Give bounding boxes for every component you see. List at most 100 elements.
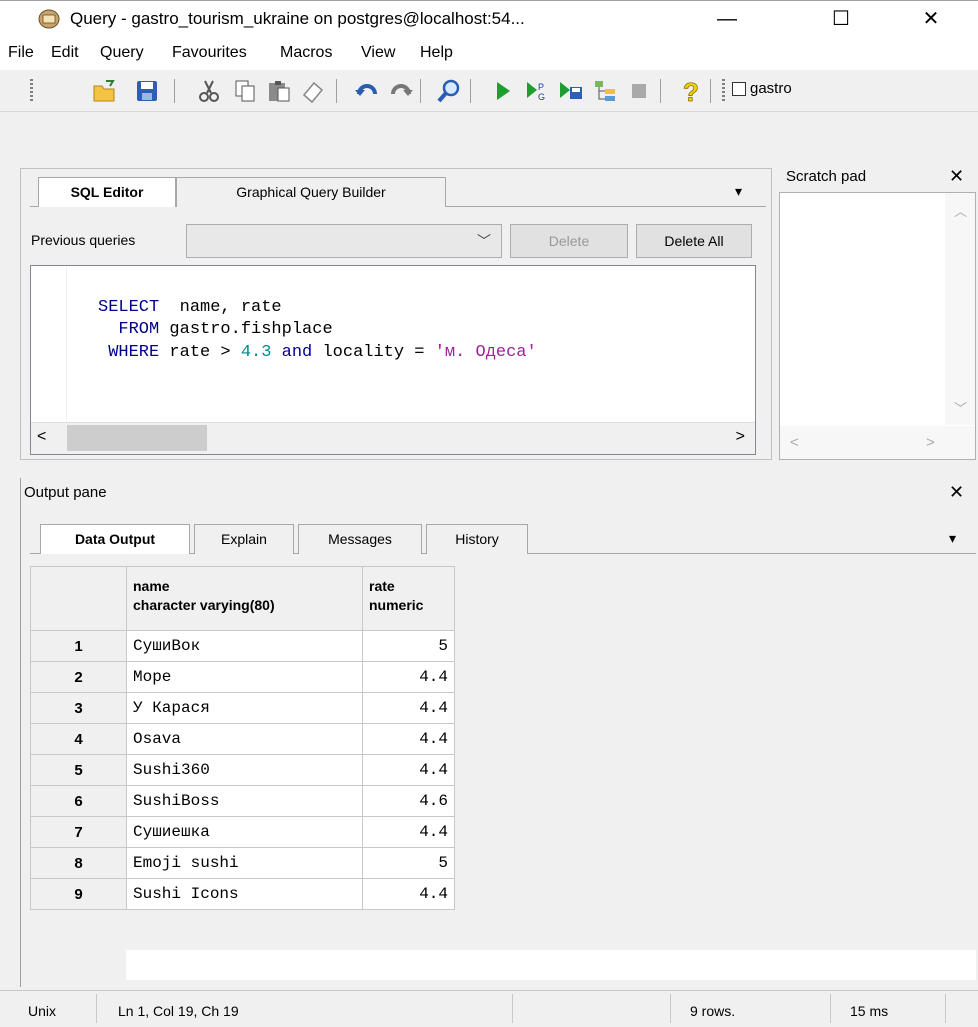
row-number[interactable]: 5 [30, 754, 127, 786]
toolbar-grip[interactable] [30, 79, 33, 103]
help-icon[interactable]: ? [678, 78, 704, 104]
cell-name[interactable]: СушиВок [126, 630, 363, 662]
delete-all-button[interactable]: Delete All [636, 224, 752, 258]
menu-favourites[interactable]: Favourites [172, 44, 247, 62]
tab-messages[interactable]: Messages [298, 524, 422, 554]
cell-name[interactable]: Emoji sushi [126, 847, 363, 879]
copy-icon[interactable] [232, 78, 258, 104]
open-file-icon[interactable] [92, 78, 118, 104]
cell-name[interactable]: Сушиешка [126, 816, 363, 848]
scroll-right-icon[interactable]: > [926, 434, 935, 451]
cell-rate[interactable]: 4.4 [362, 878, 455, 910]
tab-data-output[interactable]: Data Output [40, 524, 190, 554]
scratch-horizontal-scrollbar[interactable]: < > [780, 426, 975, 459]
cell-rate[interactable]: 4.4 [362, 661, 455, 693]
editor-horizontal-scrollbar[interactable]: < > [31, 422, 755, 454]
tab-graphical-query-builder[interactable]: Graphical Query Builder [176, 177, 446, 207]
output-tab-list-dropdown-icon[interactable]: ▾ [949, 530, 956, 547]
cell-name[interactable]: Sushi360 [126, 754, 363, 786]
table-row[interactable]: 2 Море 4.4 [30, 661, 455, 693]
row-number[interactable]: 6 [30, 785, 127, 817]
scratch-pad-title: Scratch pad [786, 168, 867, 185]
previous-queries-label: Previous queries [31, 232, 136, 248]
row-header-corner[interactable] [30, 566, 127, 631]
row-number[interactable]: 3 [30, 692, 127, 724]
toolbar-grip[interactable] [722, 79, 725, 103]
row-number[interactable]: 7 [30, 816, 127, 848]
table-row[interactable]: 8 Emoji sushi 5 [30, 847, 455, 879]
scroll-up-icon[interactable]: ︿ [954, 201, 967, 220]
cancel-query-icon[interactable] [626, 78, 652, 104]
tab-explain[interactable]: Explain [194, 524, 294, 554]
column-header-name[interactable]: name character varying(80) [126, 566, 363, 631]
paste-icon[interactable] [266, 78, 292, 104]
delete-button[interactable]: Delete [510, 224, 628, 258]
redo-icon[interactable] [388, 78, 414, 104]
close-window-button[interactable]: ✕ [908, 0, 954, 38]
previous-queries-select[interactable]: ﹀ [186, 224, 502, 258]
row-number[interactable]: 2 [30, 661, 127, 693]
explain-query-icon[interactable] [592, 78, 618, 104]
maximize-button[interactable]: ☐ [818, 0, 864, 38]
table-row[interactable]: 5 Sushi360 4.4 [30, 754, 455, 786]
cell-rate[interactable]: 5 [362, 847, 455, 879]
row-number[interactable]: 9 [30, 878, 127, 910]
menu-file[interactable]: File [8, 44, 34, 62]
toolbar-separator [420, 79, 421, 103]
menu-macros[interactable]: Macros [280, 44, 332, 62]
chevron-down-icon: ﹀ [477, 233, 491, 249]
table-row[interactable]: 9 Sushi Icons 4.4 [30, 878, 455, 910]
undo-icon[interactable] [354, 78, 380, 104]
scratch-pad-close-button[interactable]: ✕ [949, 166, 964, 187]
cell-name[interactable]: Osava [126, 723, 363, 755]
table-row[interactable]: 1 СушиВок 5 [30, 630, 455, 662]
cell-rate[interactable]: 4.4 [362, 816, 455, 848]
execute-query-icon[interactable] [490, 78, 516, 104]
cell-name[interactable]: SushiBoss [126, 785, 363, 817]
row-number[interactable]: 8 [30, 847, 127, 879]
tab-sql-editor[interactable]: SQL Editor [38, 177, 176, 207]
output-pane-title: Output pane [24, 484, 107, 501]
table-row[interactable]: 4 Osava 4.4 [30, 723, 455, 755]
execute-to-file-icon[interactable] [558, 78, 584, 104]
table-row[interactable]: 3У Карася 4.4 [30, 692, 455, 724]
scrollbar-thumb[interactable] [67, 425, 207, 451]
cell-name[interactable]: Море [126, 661, 363, 693]
table-row[interactable]: 6 SushiBoss 4.6 [30, 785, 455, 817]
cell-rate[interactable]: 5 [362, 630, 455, 662]
minimize-button[interactable]: — [704, 0, 750, 38]
scroll-left-icon[interactable]: < [37, 428, 46, 446]
menu-query[interactable]: Query [100, 44, 144, 62]
cell-rate[interactable]: 4.4 [362, 754, 455, 786]
sql-code[interactable]: SELECT name, rate FROM gastro.fishplace … [98, 274, 537, 387]
find-icon[interactable] [436, 78, 462, 104]
line-gutter [31, 266, 67, 422]
tab-history[interactable]: History [426, 524, 528, 554]
cell-rate[interactable]: 4.6 [362, 785, 455, 817]
cut-icon[interactable] [196, 78, 222, 104]
scroll-left-icon[interactable]: < [790, 434, 799, 451]
scroll-down-icon[interactable]: ﹀ [954, 398, 967, 417]
menu-view[interactable]: View [361, 44, 395, 62]
scroll-right-icon[interactable]: > [736, 428, 745, 446]
execute-pgscript-icon[interactable]: P G [524, 78, 550, 104]
tab-list-dropdown-icon[interactable]: ▾ [735, 183, 742, 200]
row-number[interactable]: 1 [30, 630, 127, 662]
database-checkbox[interactable] [732, 82, 746, 96]
save-icon[interactable] [134, 78, 160, 104]
menu-help[interactable]: Help [420, 44, 453, 62]
status-separator [830, 994, 831, 1023]
table-row[interactable]: 7 Сушиешка 4.4 [30, 816, 455, 848]
cell-rate[interactable]: 4.4 [362, 723, 455, 755]
cell-rate[interactable]: 4.4 [362, 692, 455, 724]
cell-name[interactable]: У Карася [126, 692, 363, 724]
cell-name[interactable]: Sushi Icons [126, 878, 363, 910]
row-number[interactable]: 4 [30, 723, 127, 755]
toolbar-separator [660, 79, 661, 103]
menu-edit[interactable]: Edit [51, 44, 79, 62]
column-header-rate[interactable]: rate numeric [362, 566, 455, 631]
scratch-vertical-scrollbar[interactable]: ︿ ﹀ [945, 193, 975, 425]
clear-eraser-icon[interactable] [300, 78, 326, 104]
output-pane-close-button[interactable]: ✕ [949, 482, 964, 503]
code-line: SELECT name, rate [98, 297, 282, 317]
